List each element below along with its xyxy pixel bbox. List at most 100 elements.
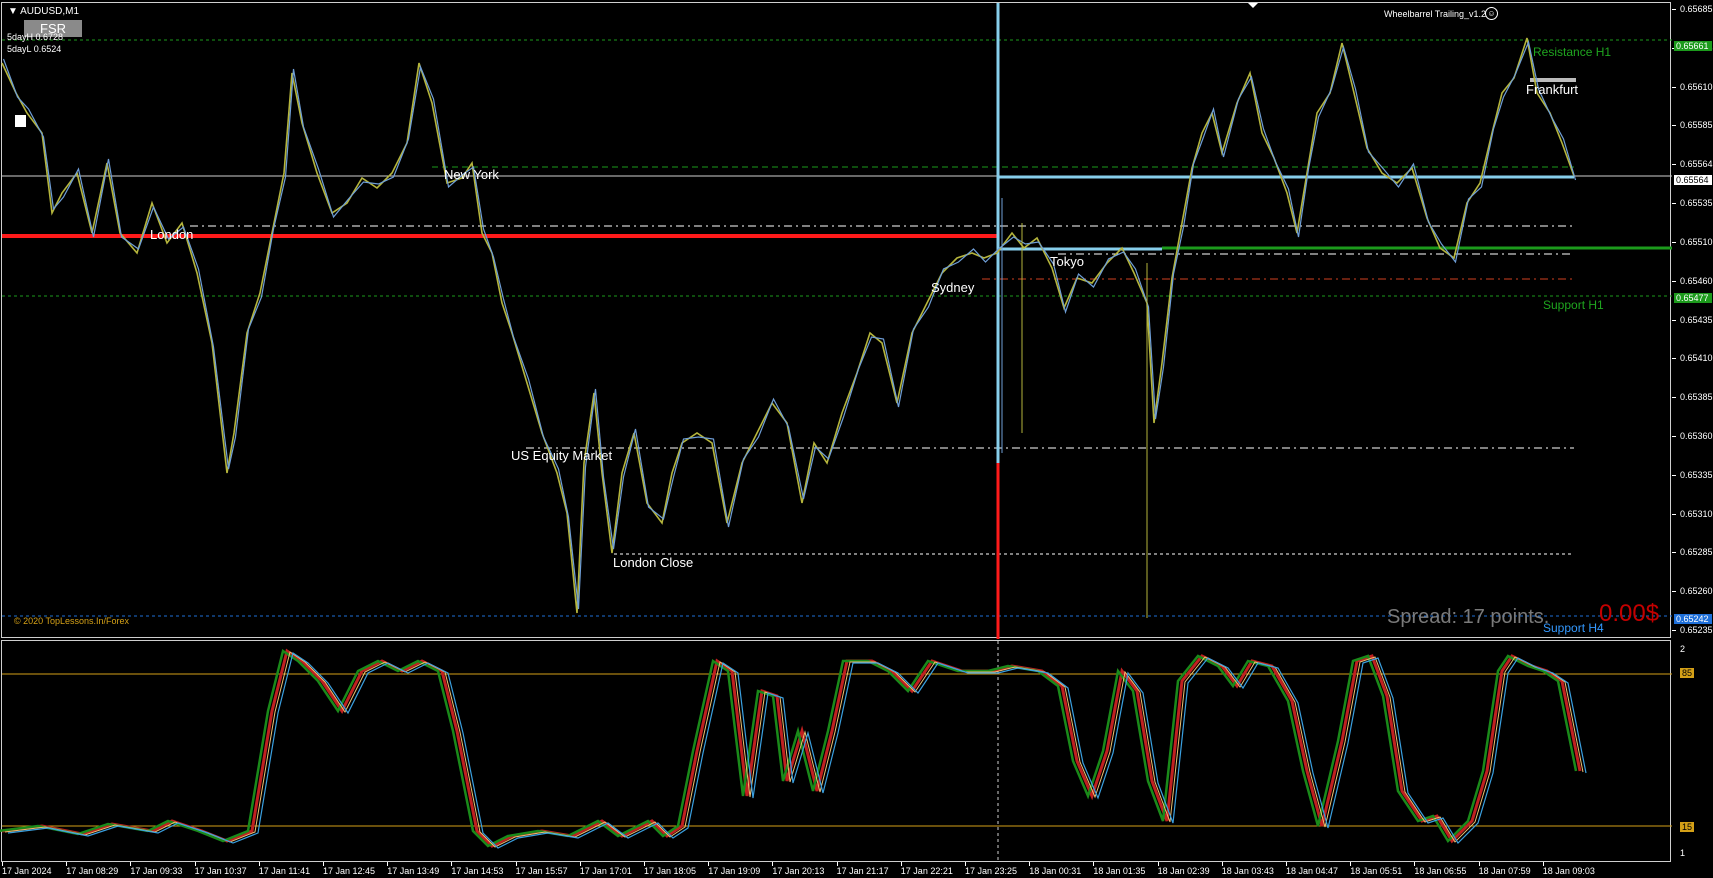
price-tick-label: 0.65260 [1680,586,1713,597]
time-tick-mark [258,862,260,866]
oscillator-tick-label: 85 [1680,668,1695,678]
price-tick-label: 0.65360 [1680,430,1713,441]
price-tick-mark [1672,86,1676,88]
price-tick-label: 0.65435 [1680,314,1713,325]
support-h4-label: Support H4 [1543,621,1604,635]
time-tick-label: 17 Jan 09:33 [130,866,183,876]
time-tick-label: 18 Jan 02:39 [1157,866,1210,876]
five-day-high-label: 5dayH 0.6728 [7,32,64,42]
shift-marker-icon [1248,3,1258,8]
price-series-bull [2,39,1577,610]
time-tick-mark [130,862,132,866]
time-tick-mark [1542,862,1544,866]
time-tick-label: 17 Jan 14:53 [451,866,504,876]
time-tick-mark [194,862,196,866]
price-series-bear [1,37,1575,614]
price-tick-label: 0.65310 [1680,508,1713,519]
time-tick-mark [644,862,645,866]
support-h4-price-tag: 0.65242 [1674,614,1712,624]
support-price-tag: 0.65477 [1674,293,1712,303]
time-tick-label: 18 Jan 03:43 [1221,866,1274,876]
price-tick-label: 0.65564 [1680,159,1713,170]
time-tick-mark [836,862,838,866]
time-tick-mark [1093,862,1095,866]
time-tick-mark [1478,862,1480,866]
oscillator-tick-label: 1 [1680,848,1686,858]
session-label-tokyo: Tokyo [1050,254,1084,269]
time-tick-mark [1414,862,1416,866]
price-tick-label: 0.65335 [1680,469,1713,480]
time-tick-mark [1029,862,1031,866]
price-tick-mark [1672,591,1676,593]
price-tick-label: 0.65385 [1680,392,1713,403]
price-tick-mark [1672,203,1676,205]
time-tick-mark [515,862,517,866]
price-chart-canvas [1,3,1672,639]
price-tick-label: 0.65585 [1680,120,1713,131]
session-label-london-close: London Close [613,555,694,570]
price-tick-label: 0.65610 [1680,81,1713,92]
price-tick-mark [1672,319,1676,321]
resistance-h1-label: Resistance H1 [1533,45,1612,59]
price-chart-pane[interactable]: ▼ AUDUSD,M1 FSR 5dayH 0.6728 5dayL 0.652… [1,2,1672,639]
time-tick-mark [1157,862,1159,866]
spread-readout: Spread: 17 points. [1387,606,1550,628]
session-label-new-york: New York [444,167,499,182]
price-tick-mark [1672,9,1676,10]
copyright-text: © 2020 TopLessons.In/Forex [14,616,130,626]
time-tick-mark [323,862,324,866]
time-tick-mark [451,862,453,866]
time-tick-label: 18 Jan 04:47 [1286,866,1339,876]
oscillator-tick-label: 2 [1680,644,1686,654]
smiley-face-icon[interactable]: ☺ [1485,7,1498,20]
time-tick-mark [2,862,3,866]
time-tick-label: 17 Jan 21:17 [836,866,889,876]
time-tick-mark [1350,862,1352,866]
trading-terminal-window: ▼ AUDUSD,M1 FSR 5dayH 0.6728 5dayL 0.652… [0,0,1713,878]
price-tick-mark [1672,397,1676,399]
resistance-price-tag: 0.65661 [1674,41,1712,51]
price-tick-mark [1672,435,1676,437]
five-day-low-label: 5dayL 0.6524 [7,44,62,54]
session-label-frankfurt: Frankfurt [1526,82,1579,97]
price-tick-mark [1672,164,1676,166]
time-tick-mark [579,862,581,866]
time-tick-label: 17 Jan 11:41 [258,866,311,876]
price-tick-label: 0.65410 [1680,353,1713,364]
session-label-london: London [150,227,194,242]
time-tick-label: 17 Jan 13:49 [387,866,440,876]
price-tick-mark [1672,474,1676,476]
time-tick-mark [772,862,774,866]
profit-readout: 0.00$ [1599,600,1660,627]
time-tick-label: 18 Jan 06:55 [1414,866,1467,876]
time-tick-label: 17 Jan 12:45 [323,866,376,876]
time-tick-label: 17 Jan 17:01 [579,866,632,876]
price-tick-mark [1672,280,1676,282]
session-label-sydney: Sydney [931,280,975,295]
price-tick-mark [1672,552,1676,554]
dropdown-triangle-icon[interactable]: ▼ [8,6,18,17]
time-tick-mark [708,862,710,866]
current-price-tag: 0.65564 [1674,175,1712,185]
oscillator-pane[interactable] [0,640,1672,863]
time-tick-label: 18 Jan 01:35 [1093,866,1146,876]
time-tick-mark [66,862,68,866]
oscillator-canvas [0,641,1672,863]
time-tick-mark [1221,862,1223,866]
price-tick-label: 0.65510 [1680,236,1713,247]
time-tick-label: 18 Jan 05:51 [1350,866,1403,876]
time-tick-mark [1286,862,1287,866]
time-tick-label: 17 Jan 20:13 [772,866,825,876]
price-tick-mark [1672,630,1676,631]
time-tick-label: 17 Jan 22:21 [900,866,953,876]
expert-advisor-name[interactable]: Wheelbarrel Trailing_v1.2 [1384,9,1486,19]
time-tick-mark [387,862,389,866]
time-tick-mark [965,862,966,866]
price-tick-mark [1672,358,1676,360]
time-tick-label: 18 Jan 00:31 [1029,866,1082,876]
time-tick-label: 17 Jan 08:29 [66,866,119,876]
price-tick-mark [1672,125,1676,127]
time-tick-label: 17 Jan 23:25 [965,866,1018,876]
symbol-label[interactable]: ▼ AUDUSD,M1 [8,6,79,17]
time-tick-label: 17 Jan 18:05 [644,866,697,876]
